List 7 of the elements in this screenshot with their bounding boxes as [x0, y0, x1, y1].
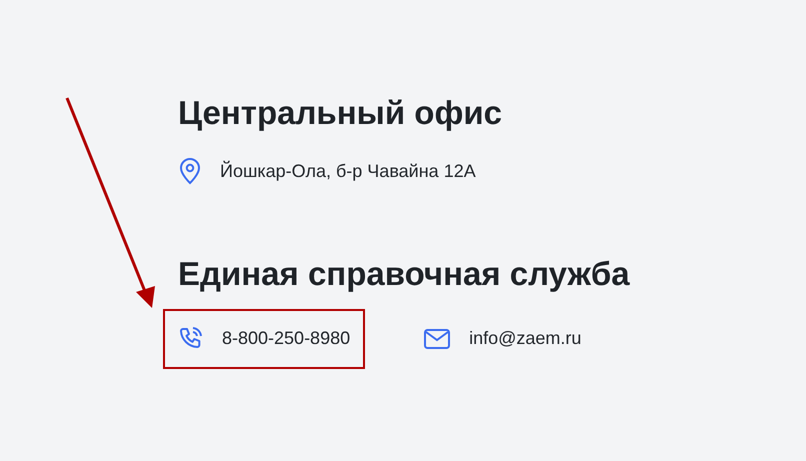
email-link[interactable]: info@zaem.ru: [469, 325, 582, 352]
section-heading: Единая справочная служба: [178, 254, 631, 294]
location-pin-icon: [178, 157, 202, 186]
address-text: Йошкар-Ола, б-р Чавайна 12А: [220, 160, 476, 183]
mail-icon: [423, 328, 452, 350]
phone-link[interactable]: 8-800-250-8980: [222, 325, 350, 352]
section-heading: Центральный офис: [178, 93, 503, 133]
